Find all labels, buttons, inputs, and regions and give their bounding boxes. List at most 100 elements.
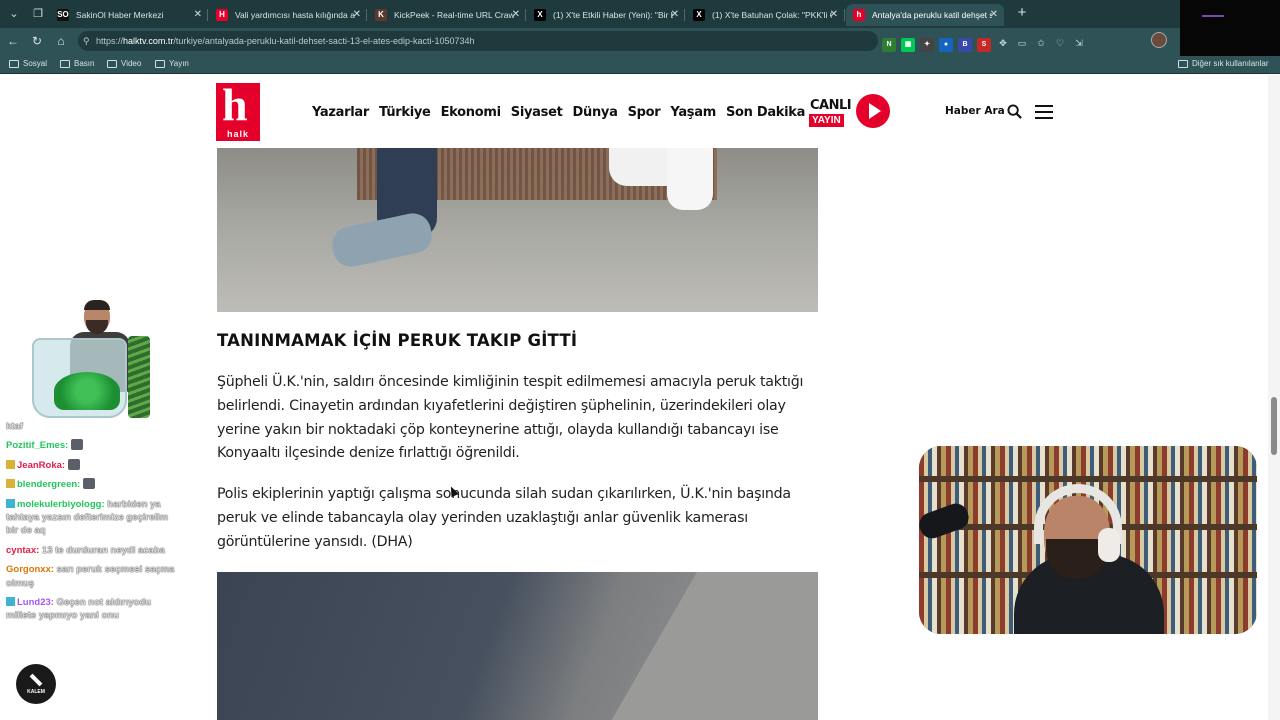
- folder-icon: [155, 60, 165, 68]
- tab-title: (1) X'te Batuhan Çolak: "PKK'li Çeti: [712, 10, 832, 20]
- chat-message: ktaf: [6, 420, 181, 433]
- chat-emote-icon: [67, 458, 80, 470]
- chat-badge-icon: [6, 597, 15, 607]
- close-tab-icon[interactable]: ✕: [990, 4, 998, 26]
- chat-text: ktaf: [6, 421, 23, 432]
- tab-favicon-icon: K: [375, 9, 387, 21]
- home-icon[interactable]: ⌂: [52, 32, 70, 50]
- tab-title: Antalya'da peruklu katil dehşet saçtı: [872, 10, 992, 20]
- chat-badge-icon: [6, 459, 15, 469]
- chat-badge-icon: [6, 498, 15, 508]
- extension-icon[interactable]: S: [977, 38, 991, 52]
- extension-icon[interactable]: B: [958, 38, 972, 52]
- tab-favicon-icon: X: [693, 9, 705, 21]
- tab-separator: [684, 9, 685, 21]
- workspaces-icon[interactable]: ❐: [30, 6, 46, 22]
- downloads-icon[interactable]: ⇲: [1072, 36, 1086, 50]
- browser-tab[interactable]: SO SakinOl Haber Merkezi ✕: [50, 4, 208, 26]
- live-label-top: CANLI: [810, 98, 852, 113]
- menu-hamburger-icon[interactable]: [1035, 105, 1053, 119]
- bookmark-label: Video: [121, 59, 142, 68]
- tab-favicon-icon: SO: [57, 9, 69, 21]
- tab-favicon-icon: H: [216, 9, 228, 21]
- pen-icon: [29, 673, 43, 687]
- chat-message: Lund23: Geçen not aldırıyodu millete yap…: [6, 596, 181, 623]
- chat-emote-icon: [70, 439, 83, 451]
- chat-message: JeanRoka:: [6, 458, 181, 472]
- close-tab-icon[interactable]: ✕: [671, 4, 679, 26]
- tab-title: KickPeek - Real-time URL Crawler: [394, 10, 514, 20]
- extension-icon[interactable]: ▦: [901, 38, 915, 52]
- streamer-avatar-overlay: [32, 300, 152, 420]
- folder-icon: [107, 60, 117, 68]
- site-header: h halk Yazarlar Türkiye Ekonomi Siyaset Düny…: [0, 75, 1268, 148]
- browser-tab[interactable]: H Vali yardımcısı hasta kılığında acile ✕: [209, 4, 367, 26]
- tab-title: Vali yardımcısı hasta kılığında acile: [235, 10, 355, 20]
- browser-tab[interactable]: X (1) X'te Batuhan Çolak: "PKK'li Çeti ✕: [686, 4, 844, 26]
- browser-tab[interactable]: h Antalya'da peruklu katil dehşet saçtı✕: [846, 4, 1004, 26]
- new-tab-button[interactable]: +: [1013, 4, 1031, 22]
- bookmark-folder[interactable]: Video: [107, 57, 141, 71]
- browser-toolbar: ← ↻ ⌂ ⚲ https://halktv.com.tr/turkiye/an…: [0, 28, 1280, 108]
- site-logo[interactable]: h halk: [216, 79, 260, 141]
- site-info-icon[interactable]: ⚲: [83, 31, 90, 51]
- play-icon: [856, 94, 890, 128]
- bookmark-label: Basın: [74, 59, 95, 68]
- nav-link[interactable]: Spor: [628, 105, 661, 120]
- nav-link[interactable]: Son Dakika: [726, 105, 805, 120]
- search-news-link[interactable]: Haber Ara: [945, 105, 1005, 117]
- chat-text: 13 te durduran neydi acaba: [41, 544, 165, 556]
- profile-avatar[interactable]: [1151, 32, 1167, 48]
- back-icon[interactable]: ←: [4, 32, 22, 50]
- chat-username: Gorgonxx:: [6, 564, 55, 576]
- bookmark-folder[interactable]: Yayın: [155, 57, 189, 71]
- tab-list-icon[interactable]: ⌄: [6, 6, 22, 22]
- chat-message: cyntax: 13 te durduran neydi acaba: [6, 544, 181, 557]
- close-tab-icon[interactable]: ✕: [512, 4, 520, 26]
- bookmark-folder[interactable]: Sosyal: [9, 57, 47, 71]
- nav-link[interactable]: Dünya: [573, 105, 618, 120]
- puzzle-icon[interactable]: ✥: [996, 36, 1010, 50]
- extensions-area: N ▦ ✦ ● B S ✥ ▭ ✩ ♡ ⇲: [882, 33, 1091, 52]
- extension-icon[interactable]: ●: [939, 38, 953, 52]
- favorites-icon[interactable]: ✩: [1034, 36, 1048, 50]
- article-photo-feet: [217, 148, 818, 312]
- other-bookmarks[interactable]: Diğer sık kullanılanlar: [1178, 57, 1268, 71]
- main-nav: Yazarlar Türkiye Ekonomi Siyaset Dünya Spor Ya…: [312, 103, 815, 121]
- chat-username: Pozitif_Emes:: [6, 440, 69, 452]
- other-bookmarks-label: Diğer sık kullanılanlar: [1192, 59, 1269, 68]
- tab-title: SakinOl Haber Merkezi: [76, 10, 164, 20]
- folder-icon: [60, 60, 70, 68]
- nav-link[interactable]: Ekonomi: [441, 105, 502, 120]
- tab-separator: [844, 9, 845, 21]
- bookmark-label: Yayın: [169, 59, 189, 68]
- browser-tab[interactable]: K KickPeek - Real-time URL Crawler ✕: [368, 4, 526, 26]
- chat-username: Lund23:: [17, 597, 54, 609]
- extension-icon[interactable]: ✦: [920, 38, 934, 52]
- tab-favicon-icon: X: [534, 9, 546, 21]
- close-tab-icon[interactable]: ✕: [353, 4, 361, 26]
- url-host: halktv.com.tr: [123, 36, 174, 46]
- scrollbar-thumb[interactable]: [1271, 397, 1277, 455]
- search-icon[interactable]: [1007, 104, 1022, 119]
- bookmark-folder[interactable]: Basın: [60, 57, 94, 71]
- collections-icon[interactable]: ♡: [1053, 36, 1067, 50]
- page-scrollbar[interactable]: [1268, 75, 1280, 720]
- tab-separator: [207, 9, 208, 21]
- tab-title: (1) X'te Etkili Haber (Yeni): "Bir beled…: [553, 10, 673, 20]
- chat-badge-icon: [6, 479, 15, 489]
- split-view-icon[interactable]: ▭: [1015, 36, 1029, 50]
- folder-icon: [1178, 60, 1188, 68]
- nav-link[interactable]: Türkiye: [379, 105, 431, 120]
- nav-link[interactable]: Yaşam: [670, 105, 716, 120]
- kalem-button[interactable]: KALEM: [16, 664, 56, 704]
- nav-link[interactable]: Siyaset: [511, 105, 563, 120]
- browser-tab[interactable]: X (1) X'te Etkili Haber (Yeni): "Bir bele…: [527, 4, 685, 26]
- nav-link[interactable]: Yazarlar: [312, 105, 369, 120]
- address-bar[interactable]: ⚲ https://halktv.com.tr/turkiye/antalyad…: [78, 31, 894, 108]
- live-broadcast-button[interactable]: CANLI YAYIN: [808, 93, 892, 131]
- close-tab-icon[interactable]: ✕: [830, 4, 838, 26]
- close-tab-icon[interactable]: ✕: [194, 4, 202, 26]
- extension-icon[interactable]: N: [882, 38, 896, 52]
- reload-icon[interactable]: ↻: [28, 32, 46, 50]
